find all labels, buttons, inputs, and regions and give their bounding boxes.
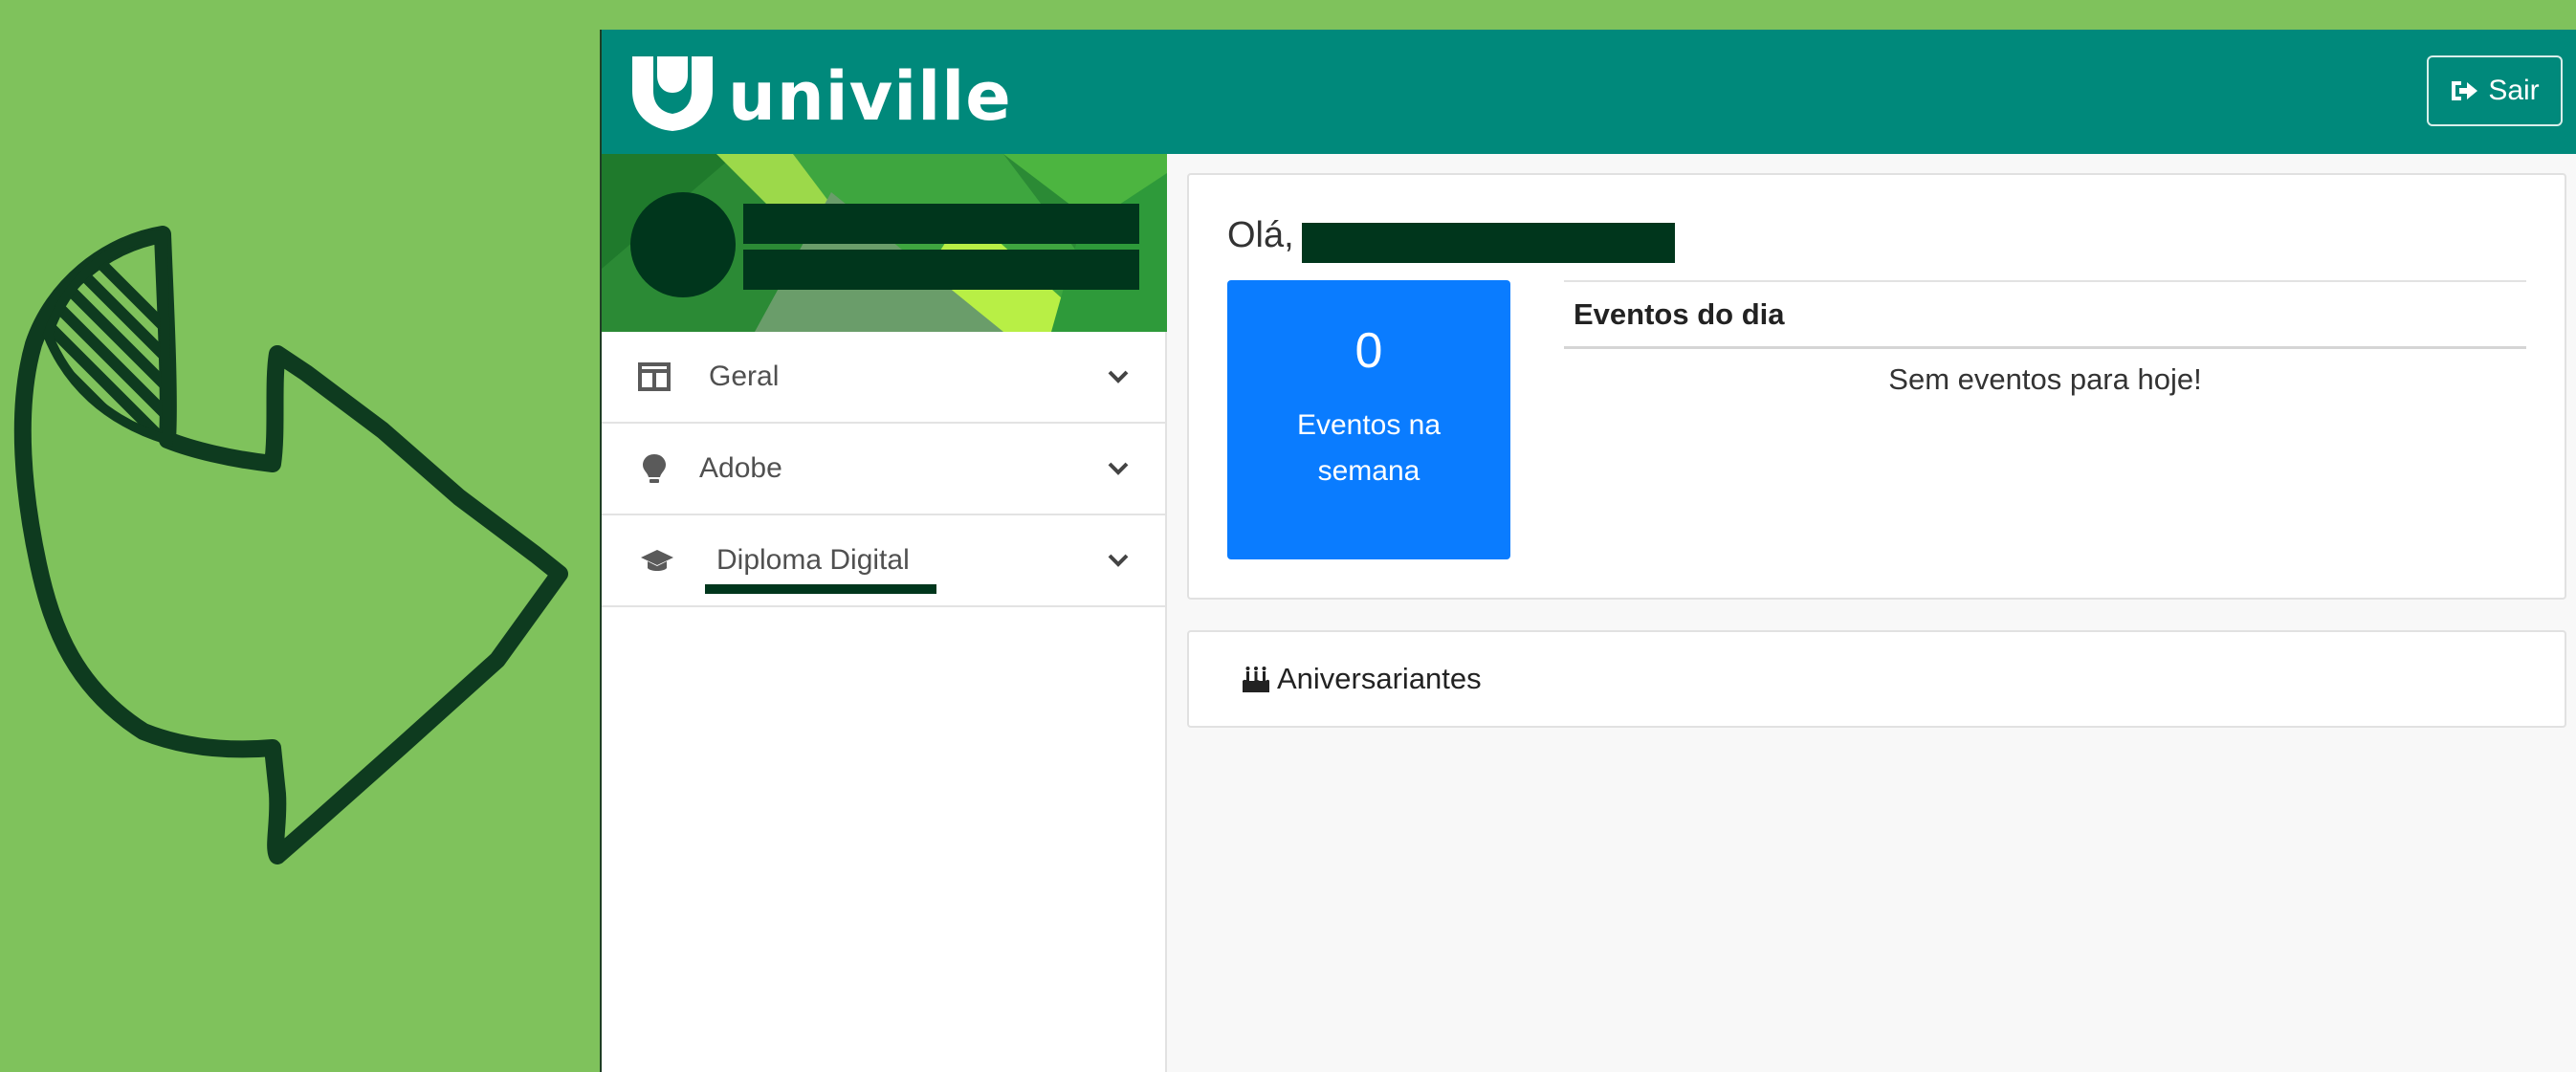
chevron-down-icon[interactable] — [1108, 462, 1129, 475]
events-week-label-line2: semana — [1317, 455, 1420, 487]
events-week-label: Eventos na semana — [1227, 403, 1510, 494]
avatar — [630, 192, 736, 297]
profile-banner — [602, 154, 1167, 332]
greeting: Olá, — [1227, 215, 1294, 256]
sidebar-item-label: Diploma Digital — [716, 544, 910, 576]
welcome-card: Olá, 0 Eventos na semana Eventos do dia … — [1187, 173, 2566, 600]
birthdays-header[interactable]: Aniversariantes — [1189, 632, 2565, 726]
user-info-redacted — [743, 250, 1139, 290]
user-name-redacted — [743, 204, 1139, 244]
sidebar-item-label: Geral — [709, 361, 780, 392]
top-bar: univille Sair — [602, 30, 2576, 154]
app-window: univille Sair Geral Adobe Diploma Digita… — [600, 30, 2576, 1072]
logo-text: univille — [728, 57, 1012, 136]
birthdays-card[interactable]: Aniversariantes — [1187, 630, 2566, 728]
birthdays-title: Aniversariantes — [1277, 662, 1482, 695]
logout-button[interactable]: Sair — [2427, 55, 2563, 126]
graduation-cap-icon — [641, 550, 673, 571]
univille-logo-icon — [632, 56, 713, 131]
events-today-empty: Sem eventos para hoje! — [1888, 362, 2202, 396]
chevron-down-icon[interactable] — [1108, 554, 1129, 567]
sidebar-item-geral[interactable]: Geral — [602, 332, 1165, 424]
events-week-box[interactable]: 0 Eventos na semana — [1227, 280, 1510, 559]
greeting-name-redacted — [1302, 223, 1675, 263]
hand-drawn-arrow-icon — [13, 226, 568, 864]
events-week-label-line1: Eventos na — [1296, 409, 1442, 441]
sign-out-icon — [2452, 81, 2478, 100]
columns-icon — [638, 362, 671, 391]
greeting-text: Olá, — [1227, 215, 1294, 255]
lightbulb-icon — [643, 454, 666, 483]
birthday-cake-icon — [1243, 667, 1269, 692]
chevron-down-icon[interactable] — [1108, 370, 1129, 383]
events-week-count: 0 — [1354, 323, 1383, 379]
sidebar-item-diploma-digital[interactable]: Diploma Digital — [602, 515, 1165, 607]
hand-drawn-underline — [705, 584, 936, 594]
sidebar: Geral Adobe Diploma Digital — [602, 154, 1167, 1072]
events-today-title: Eventos do dia — [1564, 280, 2526, 349]
logout-label: Sair — [2488, 75, 2540, 106]
sidebar-item-adobe[interactable]: Adobe — [602, 424, 1165, 515]
sidebar-item-label: Adobe — [699, 452, 782, 484]
univille-logo[interactable]: univille — [630, 51, 1012, 137]
